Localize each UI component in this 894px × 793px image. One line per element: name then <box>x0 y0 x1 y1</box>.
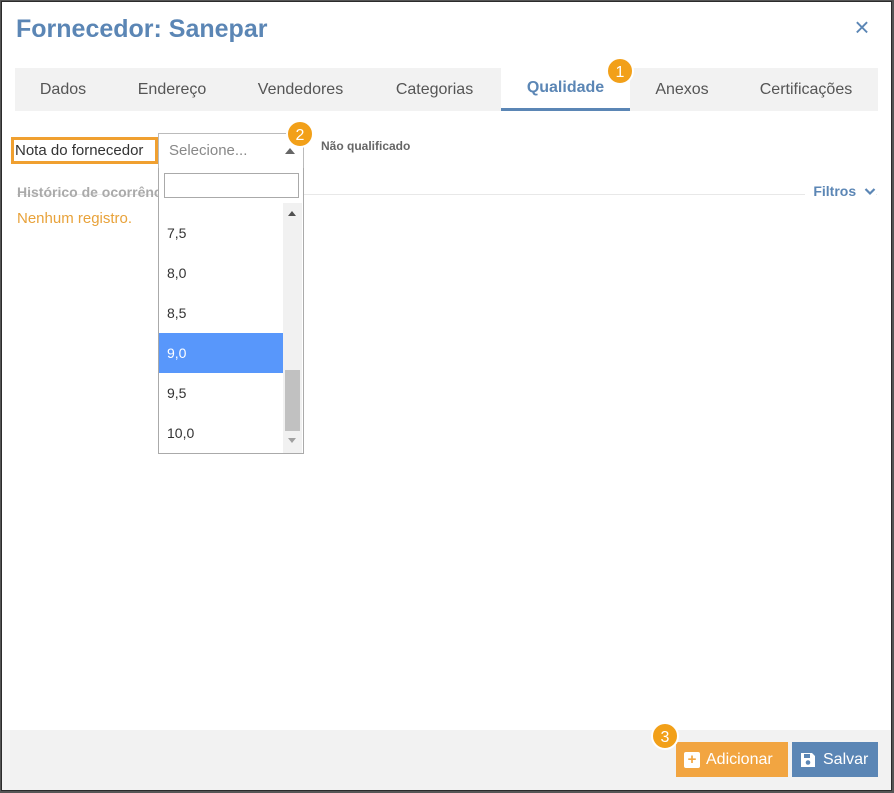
dropdown-option[interactable]: 8,0 <box>159 253 283 293</box>
plus-square-icon: + <box>684 751 700 768</box>
scrollbar-thumb[interactable] <box>285 370 300 431</box>
tab-vendedores[interactable]: Vendedores <box>233 68 368 111</box>
tab-bar: Dados Endereço Vendedores Categorias Qua… <box>15 68 878 111</box>
dropdown-option-selected[interactable]: 9,0 <box>159 333 283 373</box>
scroll-down-icon[interactable] <box>288 438 296 443</box>
supplier-rating-select[interactable]: Selecione... <box>158 133 304 169</box>
modal-title: Fornecedor: Sanepar <box>16 15 268 43</box>
dropdown-option[interactable]: 7,5 <box>159 213 283 253</box>
dropdown-scrollbar[interactable] <box>283 203 302 453</box>
rating-dropdown: 7,5 8,0 8,5 9,0 9,5 10,0 <box>158 168 304 454</box>
dropdown-options: 7,5 8,0 8,5 9,0 9,5 10,0 <box>159 203 283 453</box>
tab-endereco[interactable]: Endereço <box>111 68 233 111</box>
select-placeholder: Selecione... <box>169 142 248 159</box>
dropdown-search-input[interactable] <box>164 173 299 198</box>
supplier-modal: Fornecedor: Sanepar × Dados Endereço Ven… <box>1 1 892 791</box>
supplier-rating-label: Nota do fornecedor <box>11 137 158 164</box>
chevron-up-icon <box>285 148 295 154</box>
filters-label: Filtros <box>813 183 857 199</box>
qualification-status: Não qualificado <box>321 139 411 153</box>
tab-certificacoes[interactable]: Certificações <box>734 68 878 111</box>
step-badge-3: 3 <box>651 722 679 750</box>
modal-footer: + Adicionar Salvar <box>2 730 891 790</box>
add-button-label: Adicionar <box>706 750 773 768</box>
step-badge-2: 2 <box>286 120 314 148</box>
tab-dados[interactable]: Dados <box>15 68 111 111</box>
empty-history-message: Nenhum registro. <box>17 210 133 227</box>
floppy-disk-icon <box>801 752 815 767</box>
close-icon[interactable]: × <box>851 14 873 40</box>
scroll-up-icon[interactable] <box>288 211 296 216</box>
dropdown-option[interactable]: 9,5 <box>159 373 283 413</box>
tab-categorias[interactable]: Categorias <box>368 68 501 111</box>
history-title: Histórico de ocorrências <box>17 184 159 200</box>
tab-anexos[interactable]: Anexos <box>630 68 734 111</box>
save-button[interactable]: Salvar <box>792 742 878 777</box>
filters-toggle[interactable]: Filtros <box>805 183 876 199</box>
step-badge-1: 1 <box>606 57 634 85</box>
add-button[interactable]: + Adicionar <box>676 742 788 777</box>
dropdown-option[interactable]: 10,0 <box>159 413 283 453</box>
dropdown-option[interactable]: 8,5 <box>159 293 283 333</box>
chevron-down-icon <box>864 188 876 196</box>
save-button-label: Salvar <box>823 750 869 768</box>
